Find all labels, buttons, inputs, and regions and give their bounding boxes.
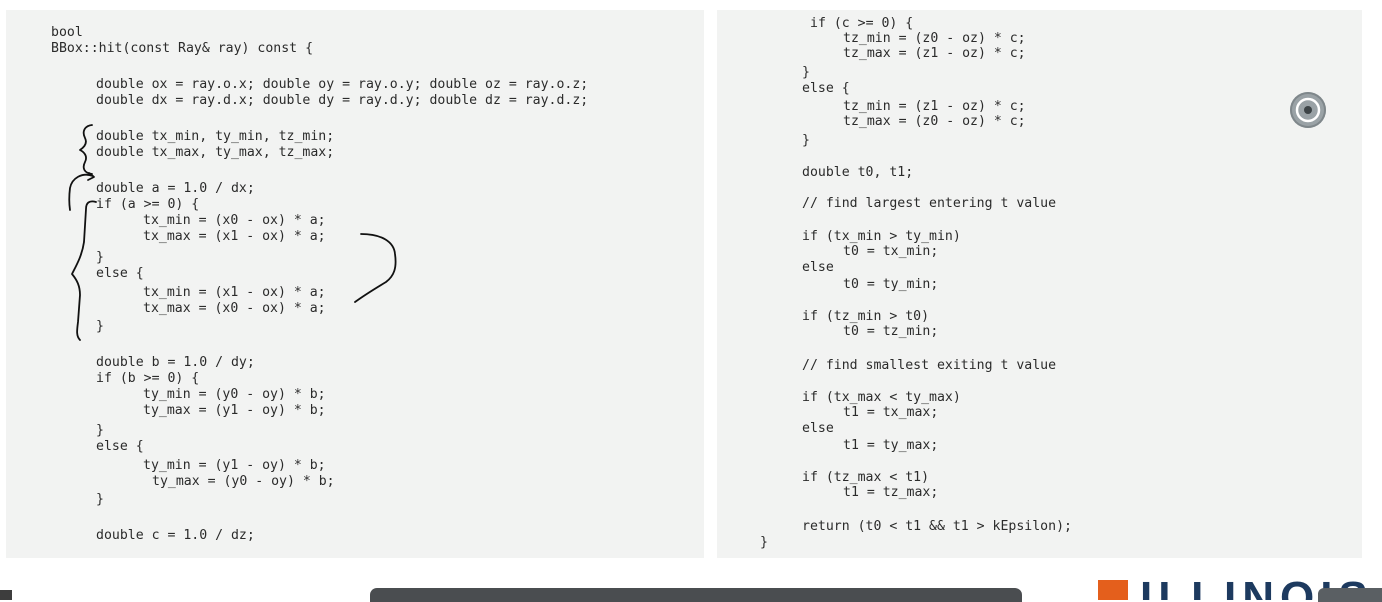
code-line: double tx_max, ty_max, tz_max; bbox=[96, 145, 335, 160]
code-line: ty_min = (y0 - oy) * b; bbox=[143, 387, 326, 402]
code-line: else { bbox=[802, 81, 850, 96]
code-line: } bbox=[802, 65, 810, 80]
video-corner-marker bbox=[0, 590, 12, 600]
code-line: double ox = ray.o.x; double oy = ray.o.y… bbox=[96, 77, 589, 92]
code-line: if (tz_max < t1) bbox=[802, 470, 930, 485]
code-line: double dx = ray.d.x; double dy = ray.d.y… bbox=[96, 93, 589, 108]
code-line: tz_min = (z1 - oz) * c; bbox=[843, 99, 1026, 114]
code-line: if (b >= 0) { bbox=[96, 371, 200, 386]
code-line: // find smallest exiting t value bbox=[802, 358, 1057, 373]
code-line: t1 = tz_max; bbox=[843, 485, 939, 500]
ink-brace-if-block bbox=[71, 200, 97, 341]
code-line: if (tx_min > ty_min) bbox=[802, 229, 961, 244]
code-line: else { bbox=[96, 266, 144, 281]
code-line: tz_max = (z0 - oz) * c; bbox=[843, 114, 1026, 129]
code-line: ty_min = (y1 - oy) * b; bbox=[143, 458, 326, 473]
code-line: tz_min = (z0 - oz) * c; bbox=[843, 31, 1026, 46]
code-line: else bbox=[802, 421, 834, 436]
code-line: } bbox=[760, 535, 768, 550]
code-line: double a = 1.0 / dx; bbox=[96, 181, 255, 196]
code-line: return (t0 < t1 && t1 > kEpsilon); bbox=[802, 519, 1072, 534]
code-line: ty_max = (y0 - oy) * b; bbox=[152, 474, 335, 489]
code-line: bool bbox=[51, 25, 83, 40]
code-line: tx_max = (x1 - ox) * a; bbox=[143, 229, 326, 244]
code-line: tx_min = (x0 - ox) * a; bbox=[143, 213, 326, 228]
code-line: if (tz_min > t0) bbox=[802, 309, 930, 324]
code-panel-left: bool BBox::hit(const Ray& ray) const { d… bbox=[6, 10, 704, 558]
code-line: else bbox=[802, 260, 834, 275]
code-line: t1 = ty_max; bbox=[843, 438, 939, 453]
code-line: tx_max = (x0 - ox) * a; bbox=[143, 301, 326, 316]
code-line: t1 = tx_max; bbox=[843, 405, 939, 420]
code-line: if (c >= 0) { bbox=[810, 16, 914, 31]
code-line: double b = 1.0 / dy; bbox=[96, 355, 255, 370]
code-line: ty_max = (y1 - oy) * b; bbox=[143, 403, 326, 418]
code-line: } bbox=[802, 133, 810, 148]
code-line: double tx_min, ty_min, tz_min; bbox=[96, 129, 335, 144]
code-panel-right: if (c >= 0) { tz_min = (z0 - oz) * c; tz… bbox=[717, 10, 1362, 558]
ink-arrow-curve bbox=[68, 172, 95, 211]
media-control-button[interactable] bbox=[1290, 92, 1326, 128]
code-line: BBox::hit(const Ray& ray) const { bbox=[51, 41, 314, 56]
ink-swap-bracket bbox=[354, 233, 397, 303]
code-line: t0 = ty_min; bbox=[843, 277, 939, 292]
code-line: tz_max = (z1 - oz) * c; bbox=[843, 46, 1026, 61]
code-line: tx_min = (x1 - ox) * a; bbox=[143, 285, 326, 300]
ink-brace-declarations bbox=[79, 124, 93, 175]
target-icon bbox=[1295, 97, 1321, 123]
code-line: double c = 1.0 / dz; bbox=[96, 528, 255, 543]
code-line: } bbox=[96, 423, 104, 438]
code-line: double t0, t1; bbox=[802, 165, 914, 180]
code-line: t0 = tz_min; bbox=[843, 324, 939, 339]
code-line: if (a >= 0) { bbox=[96, 197, 200, 212]
code-line: } bbox=[96, 319, 104, 334]
code-line: } bbox=[96, 492, 104, 507]
code-line: else { bbox=[96, 439, 144, 454]
code-line: // find largest entering t value bbox=[802, 196, 1057, 211]
code-line: } bbox=[96, 250, 104, 265]
block-i-icon bbox=[1098, 580, 1128, 600]
code-line: if (tx_max < ty_max) bbox=[802, 390, 961, 405]
code-line: t0 = tx_min; bbox=[843, 244, 939, 259]
